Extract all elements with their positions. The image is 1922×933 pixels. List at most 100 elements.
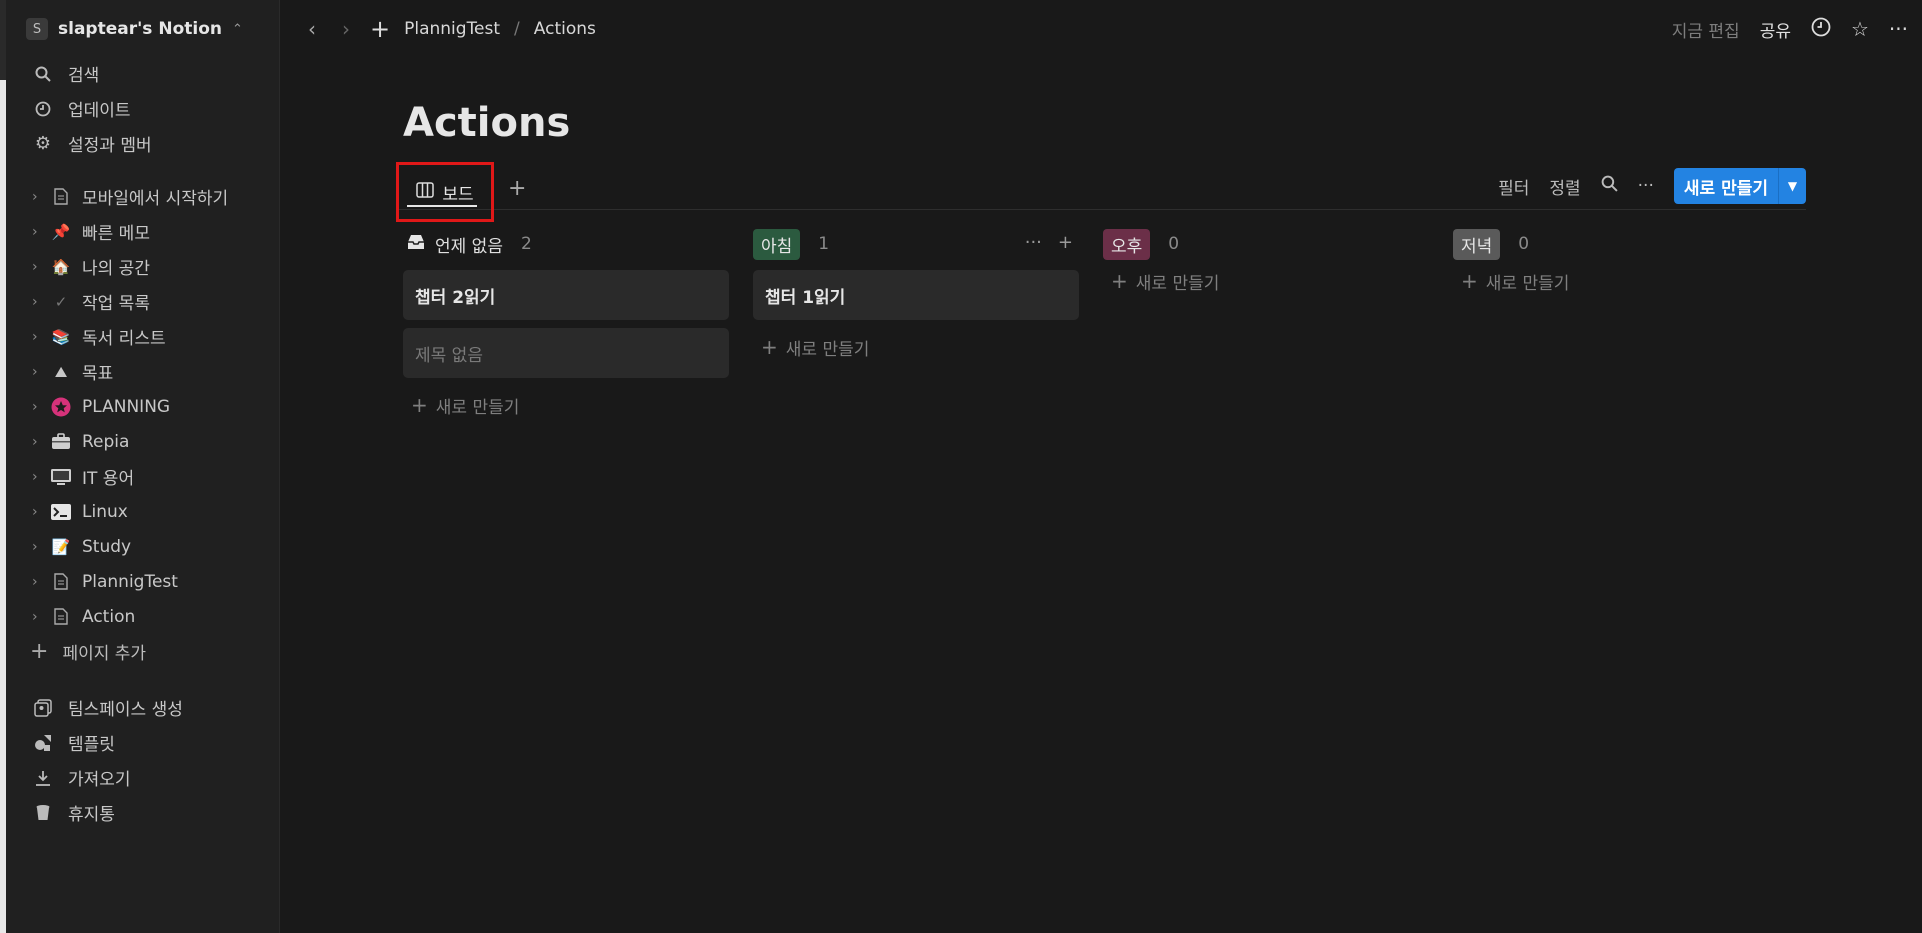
share-button[interactable]: 공유 [1760,17,1791,42]
new-label: 새로 만들기 [785,339,870,360]
sidebar-page-label: Repia [82,431,130,452]
column-title: 언제 없음 [435,236,503,257]
chevron-right-icon[interactable]: › [32,399,42,415]
chevron-right-icon[interactable]: › [32,574,42,590]
breadcrumb-separator: / [514,19,520,39]
column-count: 0 [1518,234,1530,254]
sidebar-page[interactable]: › 📝 Study [6,529,280,564]
plus-icon[interactable]: + [1058,232,1073,253]
more-options-icon[interactable]: ··· [1889,17,1908,41]
filter-button[interactable]: 필터 [1498,174,1529,199]
teamspace-icon [32,698,54,717]
chevron-right-icon[interactable]: › [32,434,42,450]
sidebar-page-label: Study [82,536,132,557]
sidebar-item-settings[interactable]: ⚙ 설정과 멤버 [6,126,280,161]
sidebar-item-trash[interactable]: 휴지통 [6,795,280,830]
add-page-button[interactable]: + 페이지 추가 [6,634,280,669]
checkmark-icon: ✓ [54,292,68,311]
sidebar-page[interactable]: › IT 용어 [6,459,280,494]
page-title[interactable]: Actions [403,100,570,146]
column-new-button[interactable]: + 새로 만들기 [753,332,1079,362]
sidebar-page[interactable]: › PLANNING [6,389,280,424]
active-tab-underline [407,205,477,207]
sidebar-item-label: 업데이트 [68,101,131,121]
clock-icon [32,101,54,117]
topbar-right: 지금 편집 공유 ☆ ··· [1672,14,1908,44]
new-page-plus-icon[interactable]: + [370,15,390,43]
add-view-plus-icon[interactable]: + [508,176,526,201]
breadcrumb-current[interactable]: Actions [534,19,596,39]
sidebar-page[interactable]: › ⛰ 목표 [6,354,280,389]
chevron-right-icon[interactable]: › [32,329,42,345]
more-options-icon[interactable]: ··· [1025,232,1042,253]
chevron-updown-icon: ⌃ [231,21,243,37]
plus-icon: + [411,393,428,417]
new-label: 새로 만들기 [1135,273,1220,294]
board-view-icon [416,182,435,202]
board-card[interactable]: 제목 없음 [403,328,729,378]
sidebar-item-label: 검색 [68,66,100,86]
board-column-no-date: 언제 없음 2 챕터 2읽기 제목 없음 + 새로 만들기 [403,226,729,420]
sidebar-page[interactable]: › Linux [6,494,280,529]
chevron-right-icon[interactable]: › [32,224,42,240]
sidebar-item-teamspace[interactable]: 팀스페이스 생성 [6,690,280,725]
column-header[interactable]: 저녁 0 [1453,226,1779,262]
board: 언제 없음 2 챕터 2읽기 제목 없음 + 새로 만들기 아침 1 ··· + … [403,226,1823,706]
sidebar-page[interactable]: › 모바일에서 시작하기 [6,179,280,214]
shapes-icon [32,734,54,752]
breadcrumb-parent[interactable]: PlannigTest [404,19,500,39]
back-arrow-icon[interactable]: ‹ [302,17,322,41]
sidebar-page[interactable]: › Action [6,599,280,634]
chevron-right-icon[interactable]: › [32,469,42,485]
computer-icon [50,466,72,488]
plus-icon: + [1111,269,1128,293]
chevron-right-icon[interactable]: › [32,364,42,380]
chevron-right-icon[interactable]: › [32,189,42,205]
sidebar-page[interactable]: › ✓ 작업 목록 [6,284,280,319]
view-tools: 필터 정렬 ··· 새로 만들기 ▼ [1498,168,1806,204]
tab-board-view[interactable]: 보드 [396,162,494,222]
column-new-button[interactable]: + 새로 만들기 [1103,266,1429,296]
chevron-right-icon[interactable]: › [32,294,42,310]
main-content: ‹ › + PlannigTest / Actions 지금 편집 공유 ☆ ·… [280,0,1922,933]
chevron-right-icon[interactable]: › [32,609,42,625]
sort-button[interactable]: 정렬 [1549,174,1580,199]
column-header[interactable]: 언제 없음 2 [403,226,729,262]
search-icon[interactable] [1601,175,1618,197]
workspace-switcher[interactable]: S slaptear's Notion ⌃ [26,14,243,44]
board-card[interactable]: 챕터 1읽기 [753,270,1079,320]
column-header[interactable]: 오후 0 [1103,226,1429,262]
sidebar-item-import[interactable]: 가져오기 [6,760,280,795]
column-new-button[interactable]: + 새로 만들기 [403,390,729,420]
sidebar-item-search[interactable]: 검색 [6,56,280,91]
sidebar-item-templates[interactable]: 템플릿 [6,725,280,760]
sidebar-page-label: PlannigTest [82,571,178,592]
chevron-right-icon[interactable]: › [32,259,42,275]
sidebar-page[interactable]: › PlannigTest [6,564,280,599]
favorite-star-icon[interactable]: ☆ [1851,17,1869,41]
column-actions: ··· + [1025,232,1073,253]
inbox-tray-icon [407,234,425,254]
sidebar-page[interactable]: › 📌 빠른 메모 [6,214,280,249]
chevron-down-icon[interactable]: ▼ [1778,168,1806,204]
board-column-evening: 저녁 0 + 새로 만들기 [1453,226,1779,296]
board-card[interactable]: 챕터 2읽기 [403,270,729,320]
sidebar-page[interactable]: › 📚 독서 리스트 [6,319,280,354]
chevron-right-icon[interactable]: › [32,504,42,520]
forward-arrow-icon[interactable]: › [336,17,356,41]
column-count: 2 [520,234,532,254]
history-clock-icon[interactable] [1811,17,1831,42]
sidebar-page[interactable]: › Repia [6,424,280,459]
plus-icon: + [761,335,778,359]
sidebar-page[interactable]: › 🏠 나의 공간 [6,249,280,284]
sidebar-page-label: PLANNING [82,396,171,417]
workspace-avatar: S [26,18,48,40]
more-options-icon[interactable]: ··· [1638,176,1654,196]
chevron-right-icon[interactable]: › [32,539,42,555]
new-item-button[interactable]: 새로 만들기 [1673,168,1778,204]
sidebar-item-updates[interactable]: 업데이트 [6,91,280,126]
memo-icon: 📝 [51,537,71,556]
new-item-split-button: 새로 만들기 ▼ [1673,168,1806,204]
add-page-label: 페이지 추가 [62,644,147,664]
column-new-button[interactable]: + 새로 만들기 [1453,266,1779,296]
